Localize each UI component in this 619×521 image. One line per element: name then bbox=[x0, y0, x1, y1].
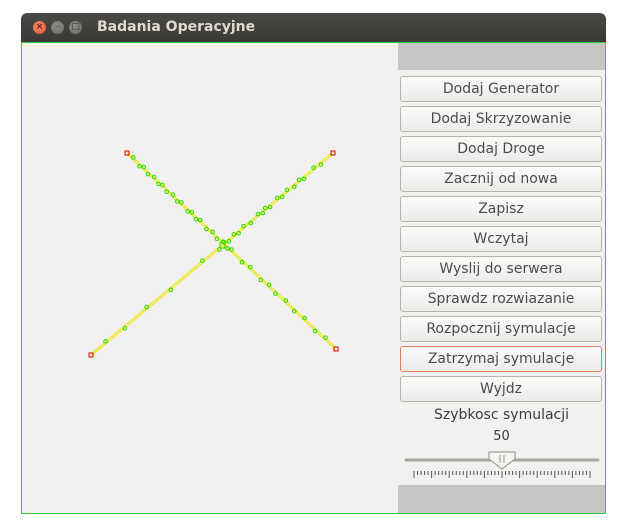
wyslij-do-serwera-button[interactable]: Wyslij do serwera bbox=[400, 256, 602, 282]
title-bar[interactable]: × – □ Badania Operacyjne bbox=[21, 13, 606, 42]
app-window: × – □ Badania Operacyjne Dodaj Generator… bbox=[21, 13, 606, 514]
window-title: Badania Operacyjne bbox=[97, 19, 256, 35]
road-lane[interactable] bbox=[90, 151, 334, 355]
speed-value: 50 bbox=[493, 429, 510, 444]
simulation-canvas[interactable] bbox=[22, 43, 398, 513]
dodaj-droge-button[interactable]: Dodaj Droge bbox=[400, 136, 602, 162]
slider-thumb[interactable] bbox=[488, 451, 516, 470]
road-lane[interactable] bbox=[126, 151, 337, 349]
sprawdz-rozwiazanie-button[interactable]: Sprawdz rozwiazanie bbox=[400, 286, 602, 312]
slider-ticks bbox=[413, 471, 591, 478]
dodaj-skrzyzowanie-button[interactable]: Dodaj Skrzyzowanie bbox=[400, 106, 602, 132]
wczytaj-button[interactable]: Wczytaj bbox=[400, 226, 602, 252]
dodaj-generator-button[interactable]: Dodaj Generator bbox=[400, 76, 602, 102]
maximize-icon[interactable]: □ bbox=[69, 21, 82, 34]
zatrzymaj-symulacje-button[interactable]: Zatrzymaj symulacje bbox=[400, 346, 602, 372]
road-lane[interactable] bbox=[126, 153, 337, 351]
control-panel: Dodaj Generator Dodaj Skrzyzowanie Dodaj D… bbox=[398, 43, 605, 513]
speed-label: Szybkosc symulacji bbox=[433, 407, 570, 423]
road-lane[interactable] bbox=[90, 153, 334, 357]
panel-header-spacer bbox=[398, 43, 605, 70]
zacznij-od-nowa-button[interactable]: Zacznij od nowa bbox=[400, 166, 602, 192]
close-icon[interactable]: × bbox=[33, 21, 46, 34]
client-area: Dodaj Generator Dodaj Skrzyzowanie Dodaj D… bbox=[21, 42, 606, 514]
rozpocznij-symulacje-button[interactable]: Rozpocznij symulacje bbox=[400, 316, 602, 342]
minimize-icon[interactable]: – bbox=[51, 21, 64, 34]
road-network[interactable] bbox=[22, 43, 398, 513]
speed-slider[interactable] bbox=[404, 447, 600, 479]
panel-footer-spacer bbox=[398, 485, 605, 513]
wyjdz-button[interactable]: Wyjdz bbox=[400, 376, 602, 402]
zapisz-button[interactable]: Zapisz bbox=[400, 196, 602, 222]
